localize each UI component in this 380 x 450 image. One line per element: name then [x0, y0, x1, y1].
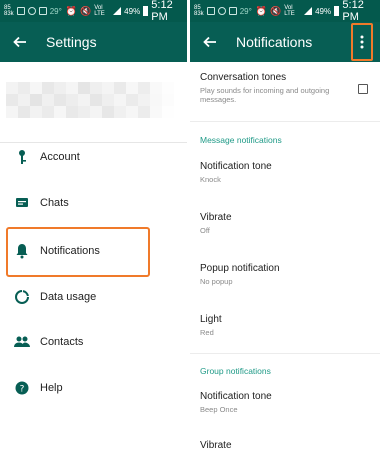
key-icon [14, 149, 30, 165]
help-icon: ? [14, 380, 30, 396]
image-notification-icon [38, 7, 47, 15]
mute-icon: 🔇 [270, 5, 282, 16]
message-notification-tone-setting[interactable]: Notification tone Knock [200, 161, 370, 184]
setting-value: Off [200, 226, 210, 235]
conversation-tones-setting[interactable]: Conversation tones Play sounds for incom… [200, 72, 370, 104]
settings-item-account[interactable]: Account [0, 142, 187, 172]
setting-title: Notification tone [200, 161, 272, 172]
settings-item-contacts[interactable]: Contacts [0, 327, 187, 357]
setting-title: Notification tone [200, 391, 272, 402]
settings-item-help[interactable]: ? Help [0, 373, 187, 403]
setting-title: Vibrate [200, 440, 232, 450]
setting-value: No popup [200, 277, 233, 286]
notifications-screen: 85 83k 29° ⏰ 🔇 Vol LTE 49% 5:12 PM Notif… [190, 0, 380, 450]
settings-item-data-usage[interactable]: Data usage [0, 282, 187, 312]
temperature-text: 29° [239, 6, 252, 16]
message-vibrate-setting[interactable]: Vibrate Off [200, 212, 370, 235]
carrier-info: 85 83k [4, 5, 14, 17]
setting-title: Light [200, 314, 222, 325]
back-arrow-icon[interactable] [202, 34, 218, 50]
divider [190, 121, 380, 122]
battery-icon [143, 6, 149, 16]
settings-item-label: Data usage [40, 291, 97, 303]
signal-icon [113, 7, 122, 15]
group-notification-tone-setting[interactable]: Notification tone Beep Once [200, 391, 370, 414]
blurred-profile-image [6, 82, 174, 118]
data-usage-icon [14, 289, 30, 305]
profile-row[interactable] [0, 74, 187, 124]
battery-percent: 49% [124, 6, 141, 16]
page-title: Notifications [236, 34, 313, 50]
setting-title: Popup notification [200, 263, 280, 274]
chat-icon [14, 195, 30, 211]
page-title: Settings [46, 34, 97, 50]
carrier-info: 85 83k [194, 5, 204, 17]
network-type: Vol LTE [94, 5, 105, 17]
battery-icon [334, 6, 340, 16]
settings-item-label: Help [40, 382, 63, 394]
more-vert-icon [360, 35, 364, 49]
group-notifications-header: Group notifications [200, 366, 271, 376]
setting-subtitle: Play sounds for incoming and outgoing me… [200, 86, 330, 104]
image-notification-icon [228, 7, 237, 15]
status-bar: 85 83k 29° ⏰ 🔇 Vol LTE 49% 5:12 PM [190, 0, 380, 23]
notifications-toolbar: Notifications [190, 22, 380, 62]
svg-text:?: ? [20, 385, 25, 395]
setting-value: Beep Once [200, 405, 238, 414]
setting-title: Vibrate [200, 212, 232, 223]
back-arrow-icon[interactable] [12, 34, 28, 50]
overflow-menu-button[interactable] [351, 23, 373, 61]
settings-screen: 85 83k 29° ⏰ 🔇 Vol LTE 49% 5:12 PM Setti… [0, 0, 187, 450]
temperature-text: 29° [49, 6, 62, 16]
instagram-notification-icon [217, 7, 226, 15]
network-type: Vol LTE [284, 5, 295, 17]
gallery-notification-icon [206, 7, 215, 15]
status-bar: 85 83k 29° ⏰ 🔇 Vol LTE 49% 5:12 PM [0, 0, 187, 23]
setting-title: Conversation tones [200, 72, 287, 83]
settings-item-label: Chats [40, 197, 69, 209]
instagram-notification-icon [27, 7, 36, 15]
setting-value: Red [200, 328, 214, 337]
mute-icon: 🔇 [80, 5, 92, 16]
conversation-tones-checkbox[interactable] [358, 84, 368, 94]
gallery-notification-icon [16, 7, 25, 15]
clock: 5:12 PM [342, 0, 364, 23]
battery-percent: 49% [315, 6, 332, 16]
settings-item-label: Account [40, 151, 80, 163]
contacts-icon [14, 334, 30, 350]
group-vibrate-setting[interactable]: Vibrate [200, 440, 370, 450]
settings-toolbar: Settings [0, 22, 187, 62]
alarm-icon: ⏰ [255, 5, 268, 16]
clock: 5:12 PM [151, 0, 173, 23]
popup-notification-setting[interactable]: Popup notification No popup [200, 263, 370, 286]
message-notifications-header: Message notifications [200, 135, 282, 145]
signal-icon [304, 7, 313, 15]
alarm-icon: ⏰ [65, 5, 78, 16]
light-setting[interactable]: Light Red [200, 314, 370, 337]
settings-item-label: Contacts [40, 336, 84, 348]
divider [190, 353, 380, 354]
setting-value: Knock [200, 175, 221, 184]
notifications-highlight-box [6, 227, 150, 277]
settings-item-chats[interactable]: Chats [0, 188, 187, 218]
